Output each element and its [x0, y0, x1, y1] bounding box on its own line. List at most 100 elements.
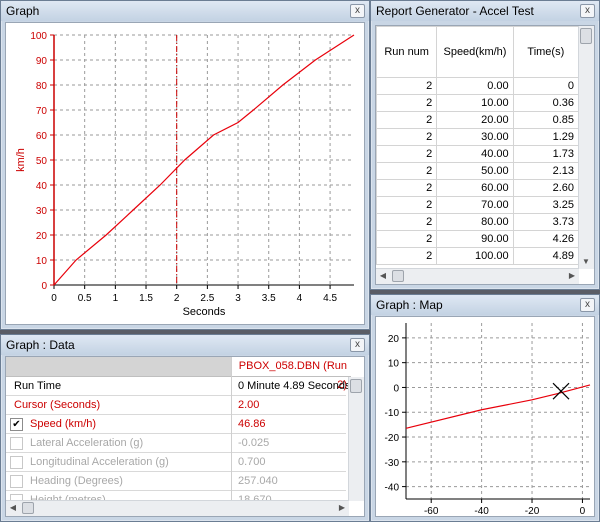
report-row[interactable]: 2 40.00 1.73 [376, 145, 580, 163]
data-titlebar[interactable]: Graph : Data x [1, 335, 369, 355]
data-horizontal-scrollbar[interactable]: ◀ ▶ [6, 500, 349, 516]
data-grid-divider[interactable] [231, 357, 232, 516]
cell-time: 0.85 [512, 111, 580, 129]
graph-client: 0 0.5 1 1.5 2 2.5 3 3.5 4 4.5 0 10 20 30 40 50 60 70 80 90 1… [5, 22, 365, 325]
y-tick-label: 40 [36, 181, 48, 192]
x-tick-label: 4.5 [323, 293, 337, 304]
data-row-label: Heading (Degrees) [30, 475, 123, 487]
data-row[interactable]: Run Time 0 Minute 4.89 Seconds [6, 377, 348, 396]
map-window: Graph : Map x -60 -40 -20 0 20 10 0 -10 -20 -30 -4… [370, 294, 600, 522]
cell-time: 3.25 [512, 196, 580, 214]
column-header-speed[interactable]: Speed(km/h) [436, 26, 514, 78]
scroll-right-arrow-icon[interactable]: ▶ [565, 269, 579, 283]
cell-run-num: 2 [376, 213, 438, 231]
data-vertical-thumb[interactable] [350, 379, 362, 393]
data-row-value: 0.700 [238, 456, 266, 468]
y-tick-label: 70 [36, 106, 48, 117]
report-row[interactable]: 2 50.00 2.13 [376, 162, 580, 180]
data-row-label: Run Time [14, 380, 62, 392]
data-row[interactable]: Cursor (Seconds) 2.00 [6, 396, 346, 415]
scroll-right-arrow-icon[interactable]: ▶ [335, 501, 349, 515]
cell-speed: 80.00 [436, 213, 514, 231]
data-row-label: Lateral Acceleration (g) [30, 437, 144, 449]
y-tick-label: 20 [36, 231, 48, 242]
data-window: Graph : Data x PBOX_058.DBN (Run 2) Run … [0, 334, 370, 522]
map-title: Graph : Map [376, 298, 443, 312]
cell-speed: 40.00 [436, 145, 514, 163]
report-title: Report Generator - Accel Test [376, 4, 534, 18]
report-vertical-scrollbar[interactable]: ▼ [578, 26, 594, 269]
map-y-tick-label: -40 [385, 483, 400, 494]
report-row[interactable]: 2 90.00 4.26 [376, 230, 580, 248]
cell-run-num: 2 [376, 196, 438, 214]
graph-titlebar[interactable]: Graph x [1, 1, 369, 21]
report-table: Run num Speed(km/h) Time(s) 2 0.00 0 2 10.00… [376, 26, 580, 265]
data-horizontal-thumb[interactable] [22, 502, 34, 514]
data-close-button[interactable]: x [350, 338, 365, 352]
map-chart[interactable]: -60 -40 -20 0 20 10 0 -10 -20 -30 -40 [376, 317, 595, 517]
report-row[interactable]: 2 10.00 0.36 [376, 94, 580, 112]
column-header-time[interactable]: Time(s) [512, 26, 580, 78]
map-titlebar[interactable]: Graph : Map x [371, 295, 599, 315]
cell-run-num: 2 [376, 145, 438, 163]
cell-time: 0.36 [512, 94, 580, 112]
report-row[interactable]: 2 0.00 0 [376, 77, 580, 95]
column-header-run-num[interactable]: Run num [376, 26, 438, 78]
report-horizontal-thumb[interactable] [392, 270, 404, 282]
channel-checkbox[interactable] [10, 437, 23, 450]
channel-checkbox[interactable] [10, 456, 23, 469]
cell-speed: 20.00 [436, 111, 514, 129]
report-titlebar[interactable]: Report Generator - Accel Test x [371, 1, 599, 21]
report-close-button[interactable]: x [580, 4, 595, 18]
data-row[interactable]: Heading (Degrees) 257.040 [6, 472, 346, 491]
graph-close-button[interactable]: x [350, 4, 365, 18]
speed-time-chart[interactable]: 0 0.5 1 1.5 2 2.5 3 3.5 4 4.5 0 10 20 30 40 50 60 70 80 90 1… [6, 23, 365, 325]
scroll-left-arrow-icon[interactable]: ◀ [376, 269, 390, 283]
report-row[interactable]: 2 30.00 1.29 [376, 128, 580, 146]
data-grid-rows: Run Time 0 Minute 4.89 Seconds Cursor (Sec… [6, 377, 351, 516]
x-tick-label: 2.5 [200, 293, 214, 304]
data-title: Graph : Data [6, 338, 75, 352]
y-tick-label: 10 [36, 256, 48, 267]
cell-time: 4.26 [512, 230, 580, 248]
data-row[interactable]: Lateral Acceleration (g) -0.025 [6, 434, 346, 453]
map-plot-area [406, 323, 590, 499]
scroll-down-arrow-icon[interactable]: ▼ [579, 255, 593, 269]
map-x-tick-label: -40 [474, 506, 489, 517]
map-y-tick-label: -20 [385, 433, 400, 444]
map-x-tick-label: 0 [580, 506, 586, 517]
cell-speed: 90.00 [436, 230, 514, 248]
y-axis-label: km/h [15, 148, 27, 172]
map-y-tick-label: -10 [385, 408, 400, 419]
x-axis-label: Seconds [183, 306, 226, 318]
data-grid-header-blank [6, 357, 231, 376]
y-tick-label: 30 [36, 206, 48, 217]
x-tick-label: 1.5 [139, 293, 153, 304]
report-row[interactable]: 2 100.00 4.89 [376, 247, 580, 265]
report-vertical-thumb[interactable] [580, 28, 592, 44]
cell-run-num: 2 [376, 179, 438, 197]
report-row[interactable]: 2 20.00 0.85 [376, 111, 580, 129]
channel-checkbox[interactable] [10, 475, 23, 488]
cell-time: 2.60 [512, 179, 580, 197]
scroll-left-arrow-icon[interactable]: ◀ [6, 501, 20, 515]
report-row[interactable]: 2 80.00 3.73 [376, 213, 580, 231]
report-row[interactable]: 2 70.00 3.25 [376, 196, 580, 214]
map-close-button[interactable]: x [580, 298, 595, 312]
data-row[interactable]: Longitudinal Acceleration (g) 0.700 [6, 453, 346, 472]
cell-time: 1.29 [512, 128, 580, 146]
channel-checkbox[interactable]: ✔ [10, 418, 23, 431]
data-vertical-scrollbar[interactable] [348, 377, 364, 501]
x-tick-label: 0.5 [78, 293, 92, 304]
cell-run-num: 2 [376, 162, 438, 180]
report-row[interactable]: 2 60.00 2.60 [376, 179, 580, 197]
cell-time: 3.73 [512, 213, 580, 231]
map-x-tick-label: -20 [525, 506, 540, 517]
y-tick-label: 50 [36, 156, 48, 167]
report-horizontal-scrollbar[interactable]: ◀ ▶ [376, 268, 579, 284]
data-row[interactable]: ✔ Speed (km/h) 46.86 [6, 415, 346, 434]
x-tick-label: 3.5 [262, 293, 276, 304]
map-y-tick-label: -30 [385, 458, 400, 469]
map-y-tick-label: 0 [393, 383, 399, 394]
cell-run-num: 2 [376, 247, 438, 265]
